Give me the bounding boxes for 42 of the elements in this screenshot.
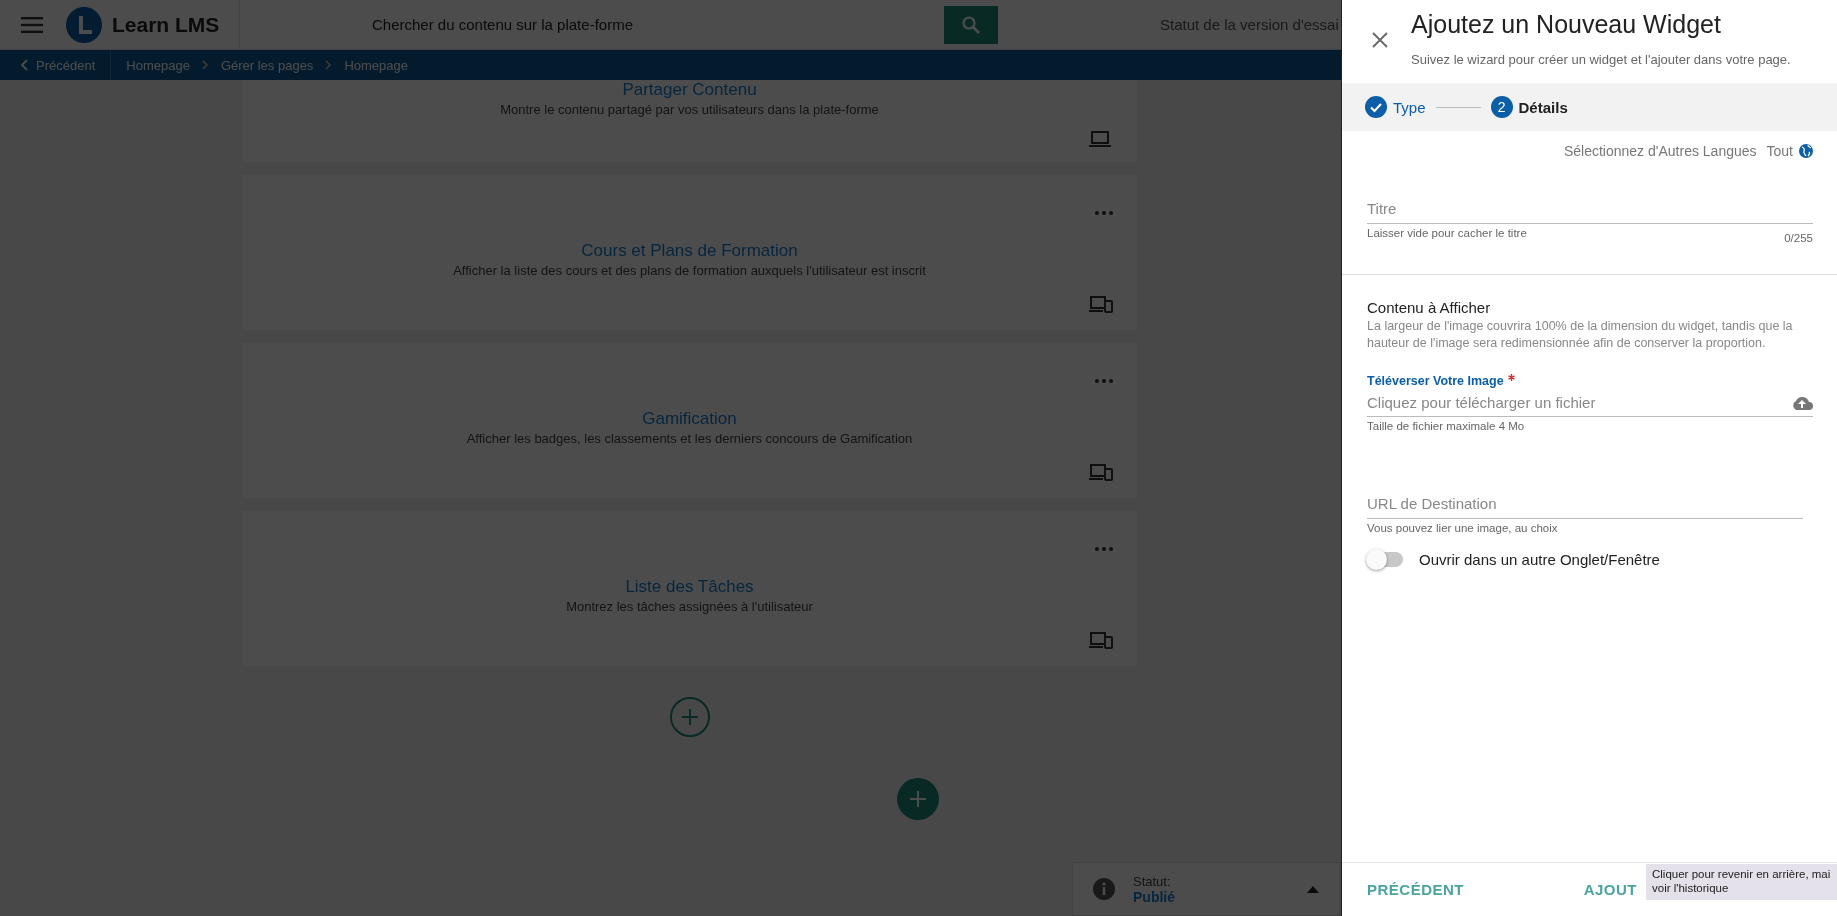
widget-description: Montrez les tâches assignées à l'utilisateur [565, 599, 814, 614]
title-field[interactable]: Titre [1367, 193, 1813, 224]
widget-description: Afficher la liste des cours et des plans de formation auxquels l'utilisateur est inscrit [452, 263, 927, 278]
toggle-switch[interactable] [1367, 552, 1403, 567]
add-button[interactable]: AJOUT [1583, 881, 1637, 898]
character-counter: 0/255 [1784, 232, 1813, 244]
breadcrumb-link[interactable]: Gérer les pages [220, 57, 314, 73]
breadcrumb-link[interactable]: Homepage [126, 57, 190, 73]
close-icon[interactable] [1372, 32, 1388, 48]
field-hint: Taille de fichier maximale 4 Mo [1367, 420, 1526, 432]
toggle-label: Ouvrir dans un autre Onglet/Fenêtre [1419, 551, 1660, 568]
breadcrumb-link[interactable]: Homepage [344, 57, 408, 73]
widget-title: Cours et Plans de Formation [580, 241, 799, 261]
modal-backdrop[interactable] [0, 0, 1341, 916]
widget-description: Afficher les badges, les classements et les derniers concours de Gamification [465, 431, 914, 446]
brand-name: Learn LMS [112, 12, 220, 37]
field-hint: Laisser vide pour cacher le titre [1367, 227, 1527, 239]
step-label[interactable]: Détails [1518, 98, 1568, 116]
tooltip-text: voir l'historique [1652, 881, 1730, 895]
widget-title: Partager Contenu [621, 80, 758, 100]
status-value: Publié [1133, 888, 1176, 905]
globe-icon [1799, 144, 1813, 158]
upload-label: Téléverser Votre Image [1367, 374, 1813, 388]
tooltip-text: Cliquer pour revenir en arrière, mai [1652, 867, 1832, 881]
panel-title: Ajoutez un Nouveau Widget [1411, 10, 1722, 39]
languages-selector[interactable]: Tout [1766, 143, 1813, 159]
upload-field[interactable]: Cliquez pour télécharger un fichier [1367, 388, 1813, 417]
languages-label: Sélectionnez d'Autres Langues [1563, 143, 1757, 159]
widget-title: Gamification [641, 409, 738, 429]
section-description: La largeur de l'image couvrira 100% de la dimension du widget, tandis que la hauteur de l'image sera redimensionnée afin de conserver la proportion. [1367, 318, 1794, 352]
cloud-upload-icon [1791, 394, 1813, 410]
widget-description: Montre le contenu partagé par vos utilisateurs dans la plate-forme [499, 102, 880, 117]
url-field[interactable]: URL de Destination [1367, 488, 1803, 519]
widget-title: Liste des Tâches [624, 577, 755, 597]
step-label[interactable]: Type [1393, 98, 1426, 116]
field-hint: Vous pouvez lier une image, au choix [1367, 522, 1559, 534]
panel-subtitle: Suivez le wizard pour créer un widget et l'ajouter dans votre page. [1411, 52, 1791, 67]
section-heading: Contenu à Afficher [1367, 299, 1492, 316]
status-label: Statut: [1133, 873, 1172, 889]
required-icon [1507, 374, 1515, 381]
step-number: 2 [1490, 96, 1513, 118]
previous-button[interactable]: PRÉCÉDENT [1367, 881, 1464, 898]
